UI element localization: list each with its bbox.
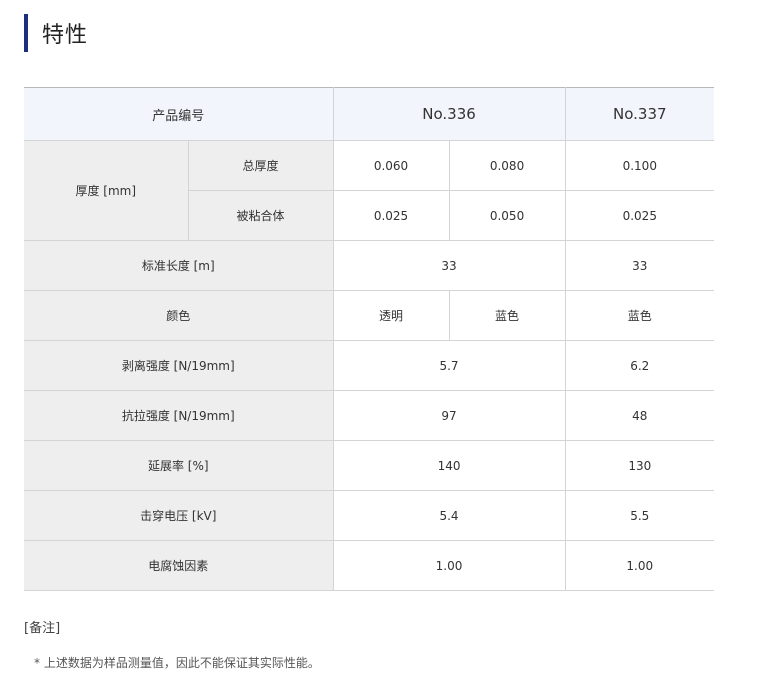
- header-product-number: 产品编号: [24, 87, 334, 141]
- section-accent-bar: [24, 14, 28, 52]
- tensile-337: 48: [564, 390, 715, 441]
- color-337: 蓝色: [564, 290, 715, 341]
- color-336a: 透明: [332, 290, 450, 341]
- tensile-336: 97: [332, 390, 566, 441]
- notes-text: * 上述数据为样品测量值，因此不能保证其实际性能。: [34, 656, 320, 670]
- table-row: 厚度 [mm] 总厚度 0.060 0.080 0.100: [24, 140, 715, 241]
- thickness-label: 厚度 [mm]: [24, 140, 189, 241]
- breakdown-label: 击穿电压 [kV]: [24, 490, 334, 541]
- elongation-label: 延展率 [%]: [24, 440, 334, 491]
- total-thickness-336a: 0.060: [332, 140, 450, 191]
- length-label: 标准长度 [m]: [24, 240, 334, 291]
- table-row: 电腐蚀因素 1.00 1.00: [24, 540, 715, 591]
- breakdown-337: 5.5: [564, 490, 715, 541]
- section-title: 特性: [42, 23, 89, 48]
- header-model-336: No.336: [332, 87, 566, 141]
- adherend-337: 0.025: [564, 190, 715, 241]
- length-337: 33: [564, 240, 715, 291]
- corrosion-337: 1.00: [564, 540, 715, 591]
- color-label: 颜色: [24, 290, 334, 341]
- adherend-label: 被粘合体: [188, 190, 334, 241]
- tensile-label: 抗拉强度 [N/19mm]: [24, 390, 334, 441]
- spec-table: 产品编号 No.336 No.337 厚度 [mm] 总厚度 0.060 0.0…: [24, 87, 715, 591]
- color-336b: 蓝色: [448, 290, 566, 341]
- table-row: 延展率 [%] 140 130: [24, 440, 715, 491]
- corrosion-label: 电腐蚀因素: [24, 540, 334, 591]
- peel-label: 剥离强度 [N/19mm]: [24, 340, 334, 391]
- adherend-336a: 0.025: [332, 190, 450, 241]
- notes-title: [备注]: [24, 621, 61, 636]
- length-336: 33: [332, 240, 566, 291]
- table-header-row: 产品编号 No.336 No.337: [24, 87, 715, 141]
- table-row: 剥离强度 [N/19mm] 5.7 6.2: [24, 340, 715, 391]
- table-row: 抗拉强度 [N/19mm] 97 48: [24, 390, 715, 441]
- total-thickness-label: 总厚度: [187, 140, 334, 191]
- peel-336: 5.7: [332, 340, 566, 391]
- breakdown-336: 5.4: [332, 490, 566, 541]
- peel-337: 6.2: [564, 340, 715, 391]
- elongation-337: 130: [564, 440, 715, 491]
- adherend-336b: 0.050: [448, 190, 566, 241]
- section-header: 特性: [24, 14, 88, 52]
- total-thickness-336b: 0.080: [448, 140, 566, 191]
- header-model-337: No.337: [564, 87, 715, 141]
- table-row: 击穿电压 [kV] 5.4 5.5: [24, 490, 715, 541]
- corrosion-336: 1.00: [332, 540, 566, 591]
- table-row: 颜色 透明 蓝色 蓝色: [24, 290, 715, 341]
- elongation-336: 140: [332, 440, 566, 491]
- total-thickness-337: 0.100: [564, 140, 715, 191]
- table-row: 标准长度 [m] 33 33: [24, 240, 715, 291]
